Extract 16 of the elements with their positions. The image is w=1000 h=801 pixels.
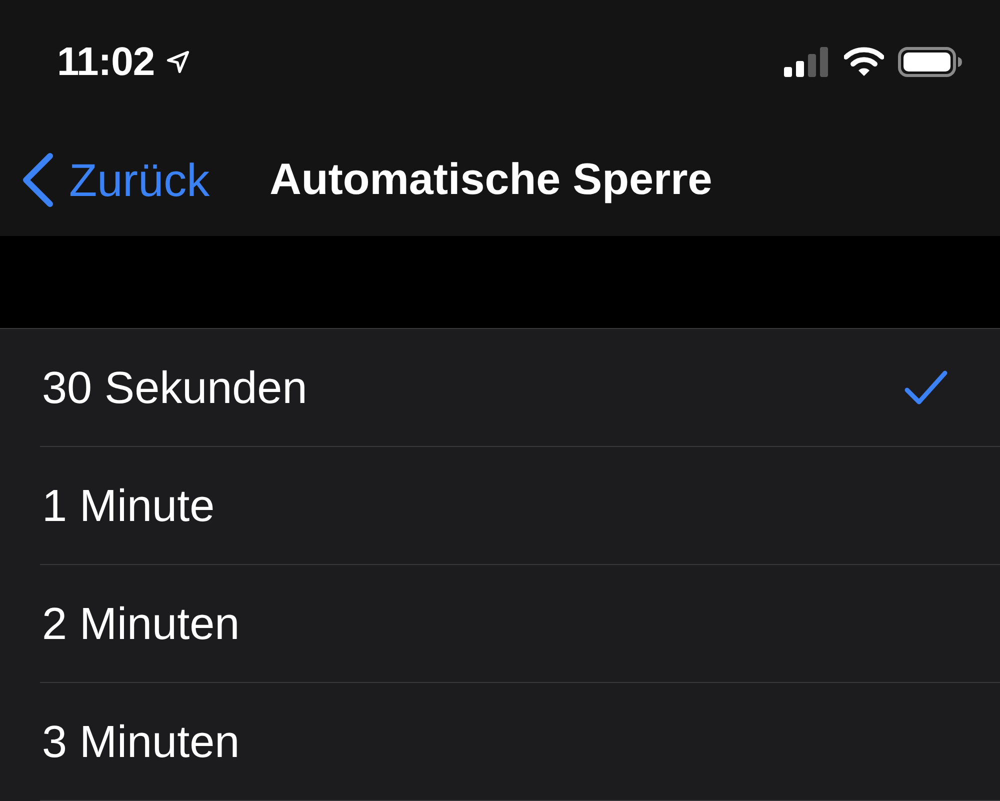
wifi-icon — [844, 47, 884, 77]
screen-title: Automatische Sperre — [270, 155, 712, 205]
option-label: 30 Sekunden — [42, 362, 308, 414]
status-time: 11:02 — [57, 40, 155, 84]
option-row[interactable]: 1 Minute — [40, 447, 1000, 565]
battery-icon — [898, 47, 962, 77]
chevron-left-icon — [21, 152, 55, 208]
option-row[interactable]: 3 Minuten — [40, 683, 1000, 801]
option-label: 1 Minute — [42, 480, 215, 532]
option-row[interactable]: 2 Minuten — [40, 565, 1000, 683]
back-button[interactable]: Zurück — [21, 152, 210, 208]
option-label: 2 Minuten — [42, 598, 240, 650]
signal-icon — [784, 47, 830, 77]
location-arrow-icon — [164, 49, 191, 75]
option-label: 3 Minuten — [42, 716, 240, 768]
option-row[interactable]: 30 Sekunden — [40, 329, 1000, 447]
